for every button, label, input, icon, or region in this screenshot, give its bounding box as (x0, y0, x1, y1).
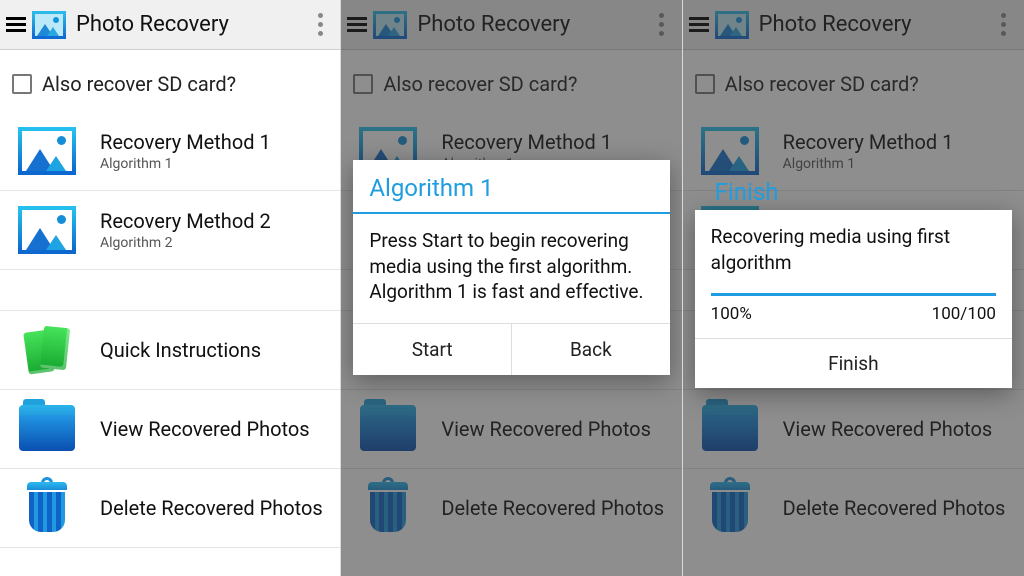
app-title: Photo Recovery (76, 12, 229, 37)
overflow-menu-icon[interactable] (310, 13, 330, 36)
sd-label: Also recover SD card? (42, 72, 236, 96)
finish-header: Finish (715, 178, 779, 206)
photo-icon (18, 206, 76, 254)
progress-dialog: Finish Recovering media using first algo… (695, 210, 1012, 388)
method-1-row[interactable]: Recovery Method 1 Algorithm 1 (0, 112, 340, 190)
progress-bar (711, 293, 996, 296)
dialog-title: Algorithm 1 (353, 160, 669, 212)
photo-icon (18, 127, 76, 175)
progress-percent: 100% (711, 304, 752, 324)
sd-card-option[interactable]: Also recover SD card? (0, 50, 340, 112)
book-icon (22, 325, 72, 375)
method-1-title: Recovery Method 1 (100, 130, 271, 154)
screen-start-dialog: Photo Recovery Also recover SD card? Rec… (341, 0, 682, 576)
folder-icon (19, 405, 75, 453)
screen-finish-dialog: Photo Recovery Also recover SD card? Rec… (683, 0, 1024, 576)
dialog-body: Press Start to begin recovering media us… (353, 214, 669, 323)
method-2-sub: Algorithm 2 (100, 235, 271, 251)
instructions-label: Quick Instructions (100, 338, 261, 362)
delete-photos-row[interactable]: Delete Recovered Photos (0, 469, 340, 547)
app-logo-icon (32, 11, 66, 39)
progress-body: Recovering media using first algorithm (695, 210, 1012, 279)
finish-button[interactable]: Finish (695, 338, 1012, 388)
app-header: Photo Recovery (0, 0, 340, 50)
trash-icon (23, 482, 71, 534)
algorithm-dialog: Algorithm 1 Press Start to begin recover… (353, 160, 669, 375)
view-photos-row[interactable]: View Recovered Photos (0, 390, 340, 468)
progress-count: 100/100 (932, 304, 996, 324)
divider (0, 547, 340, 548)
screen-main: Photo Recovery Also recover SD card? Rec… (0, 0, 341, 576)
sd-checkbox[interactable] (12, 74, 32, 94)
method-1-sub: Algorithm 1 (100, 156, 271, 172)
view-photos-label: View Recovered Photos (100, 417, 310, 441)
instructions-row[interactable]: Quick Instructions (0, 311, 340, 389)
start-button[interactable]: Start (353, 324, 511, 375)
hamburger-icon[interactable] (6, 17, 26, 32)
method-2-row[interactable]: Recovery Method 2 Algorithm 2 (0, 191, 340, 269)
method-2-title: Recovery Method 2 (100, 209, 271, 233)
delete-photos-label: Delete Recovered Photos (100, 496, 323, 520)
back-button[interactable]: Back (511, 324, 670, 375)
